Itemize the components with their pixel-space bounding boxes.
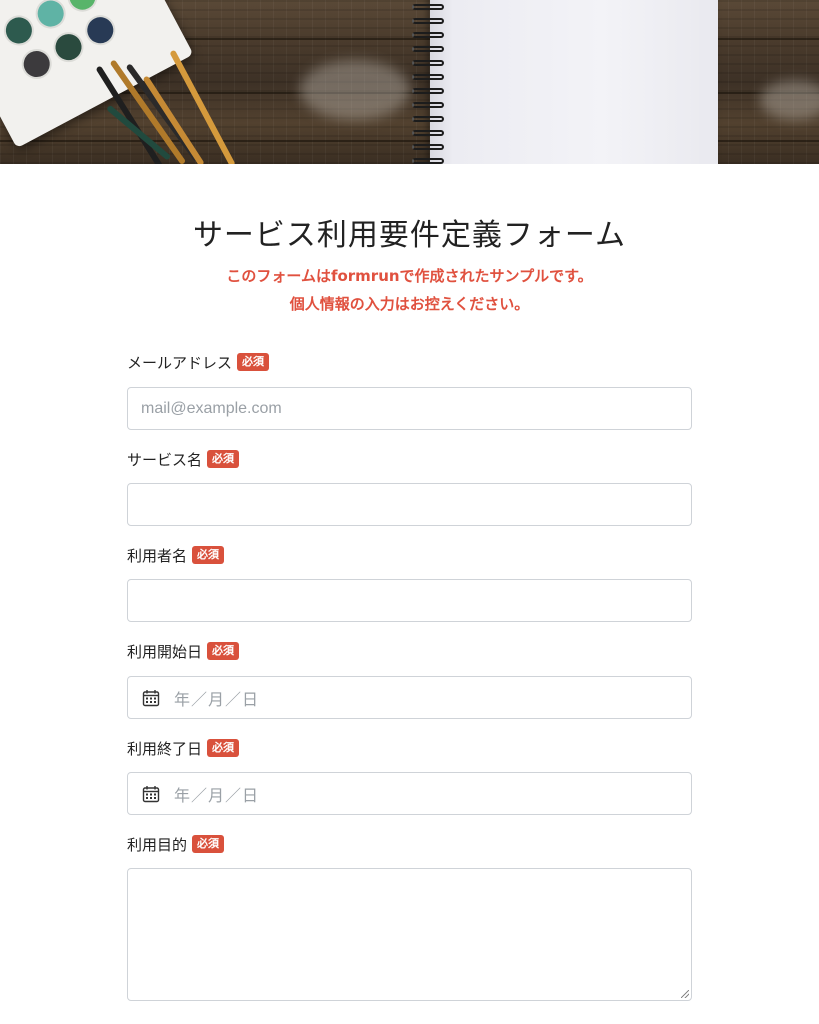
user-name-input[interactable] [127, 579, 692, 622]
start-date-label: 利用開始日 必須 [127, 640, 240, 662]
paint-pan [30, 0, 71, 34]
required-badge: 必須 [237, 353, 270, 371]
spiral-ring [412, 18, 444, 24]
sketchbook-page [430, 0, 718, 164]
service-name-input[interactable] [127, 483, 692, 526]
paint-pan [48, 26, 89, 68]
purpose-label: 利用目的 必須 [127, 833, 225, 855]
spiral-ring [412, 116, 444, 122]
resize-handle[interactable] [681, 990, 689, 998]
paint-pan [0, 10, 40, 51]
email-input[interactable] [127, 387, 692, 430]
end-date-label: 利用終了日 必須 [127, 737, 240, 759]
start-date-label-text: 利用開始日 [127, 642, 203, 661]
purpose-textarea[interactable] [127, 868, 692, 1001]
start-date-input[interactable]: 年／月／日 [127, 676, 692, 719]
spiral-ring [412, 144, 444, 150]
sketchbook-spiral [412, 0, 446, 164]
spiral-ring [412, 4, 444, 10]
user-name-label-text: 利用者名 [127, 546, 188, 565]
email-label: メールアドレス 必須 [127, 351, 270, 373]
start-date-placeholder: 年／月／日 [174, 691, 260, 709]
spiral-ring [412, 32, 444, 38]
purpose-label-text: 利用目的 [127, 835, 188, 854]
calendar-icon[interactable] [142, 785, 160, 803]
end-date-input[interactable]: 年／月／日 [127, 772, 692, 815]
end-date-placeholder: 年／月／日 [174, 787, 260, 805]
end-date-label-text: 利用終了日 [127, 739, 203, 758]
paint-pan [80, 9, 121, 51]
paintbrush [169, 49, 236, 164]
required-badge: 必須 [192, 835, 225, 853]
user-name-label: 利用者名 必須 [127, 544, 225, 566]
wood-weathering [760, 80, 819, 120]
service-name-label-text: サービス名 [127, 450, 203, 469]
calendar-icon[interactable] [142, 689, 160, 707]
required-badge: 必須 [207, 739, 240, 757]
sample-notice: このフォームはformrunで作成されたサンプルです。 [226, 267, 593, 285]
form-title: サービス利用要件定義フォーム [192, 218, 627, 253]
spiral-ring [412, 130, 444, 136]
watercolor-palette [0, 0, 194, 149]
email-label-text: メールアドレス [127, 353, 233, 372]
service-name-label: サービス名 必須 [127, 448, 240, 470]
spiral-ring [412, 158, 444, 164]
spiral-ring [412, 88, 444, 94]
spiral-ring [412, 60, 444, 66]
required-badge: 必須 [207, 642, 240, 660]
header-image [0, 0, 819, 164]
wood-weathering [300, 60, 410, 120]
spiral-ring [412, 46, 444, 52]
required-badge: 必須 [192, 546, 225, 564]
required-badge: 必須 [207, 450, 240, 468]
privacy-notice: 個人情報の入力はお控えください。 [289, 295, 530, 313]
spiral-ring [412, 102, 444, 108]
paint-pan [16, 43, 58, 85]
spiral-ring [412, 74, 444, 80]
